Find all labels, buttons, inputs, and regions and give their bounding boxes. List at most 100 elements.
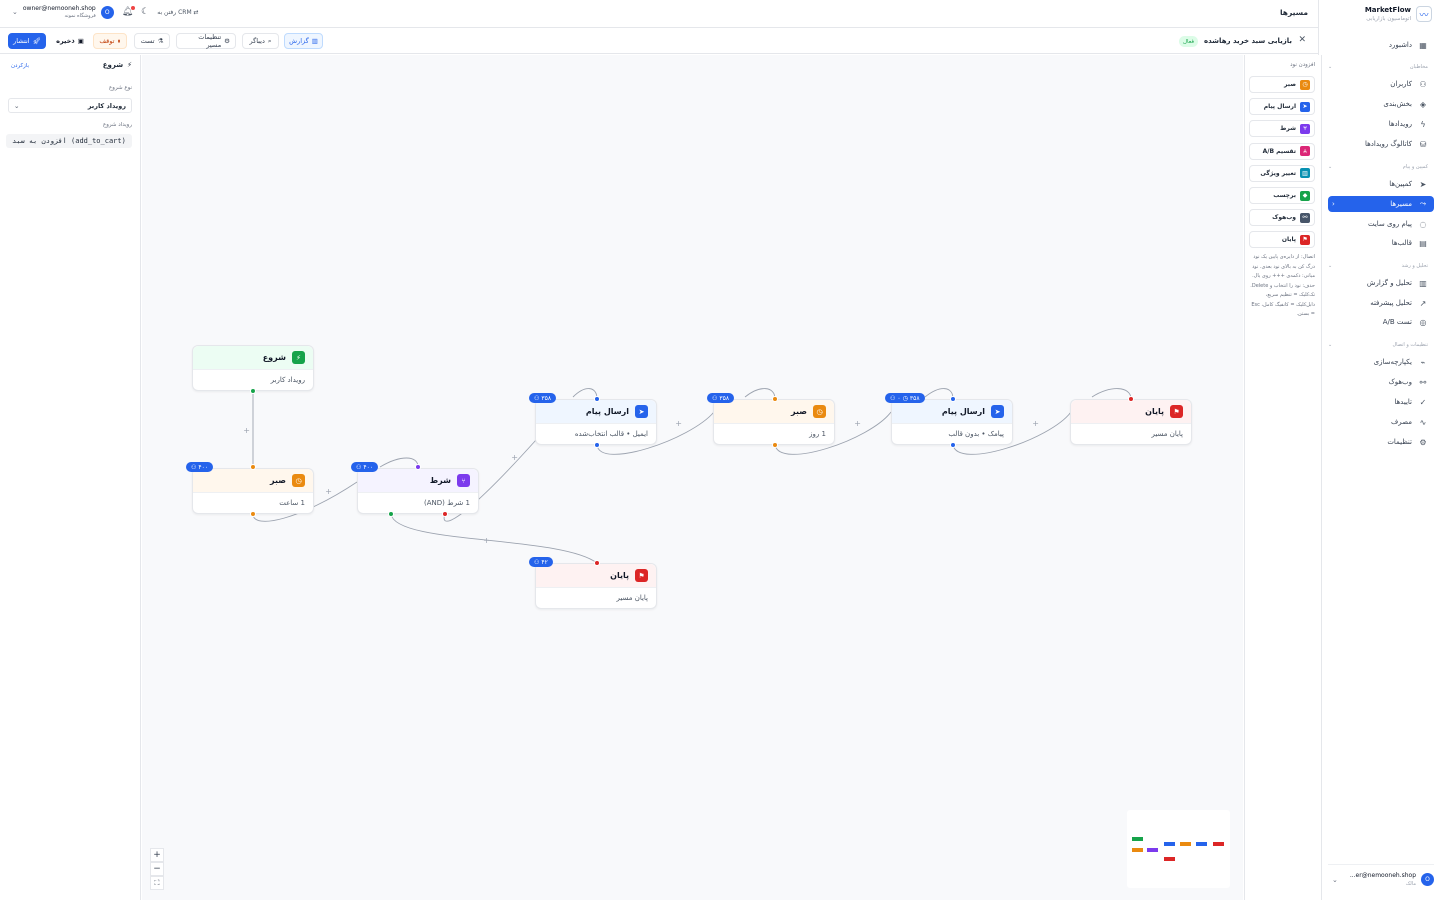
- journey-node-cond[interactable]: ⑂ شرط 1 شرط (AND): [357, 468, 479, 514]
- test-button[interactable]: ⚗ تست: [134, 33, 170, 49]
- journey-node-send2[interactable]: ➤ ارسال پیام پیامک • بدون قالب: [891, 399, 1013, 445]
- node-handle[interactable]: [950, 442, 956, 448]
- journey-settings-button[interactable]: ⚙ تنظیمات مسیر: [176, 33, 236, 49]
- node-count-badge: ⚇ ۳۵۸: [707, 393, 735, 403]
- chevron-left-icon: ‹: [1332, 200, 1335, 208]
- sidebar-item[interactable]: ▤ قالب‌ها: [1328, 235, 1434, 251]
- journey-node-send1[interactable]: ➤ ارسال پیام ایمیل • قالب انتخاب‌شده: [535, 399, 657, 445]
- topbar: مسیرها ⌄ owner@nemooneh.shop فروشگاه نمو…: [0, 0, 1318, 28]
- node-subtitle: 1 شرط (AND): [423, 499, 470, 507]
- close-icon[interactable]: ✕: [1298, 35, 1306, 45]
- journey-node-end2[interactable]: ⚑ پایان پایان مسیر: [535, 563, 657, 609]
- sidebar-item[interactable]: ⛁ کاتالوگ رویدادها: [1328, 136, 1434, 152]
- node-handle[interactable]: [250, 511, 256, 517]
- sidebar-item[interactable]: ▦ داشبورد: [1328, 37, 1434, 53]
- minimap[interactable]: [1127, 810, 1230, 888]
- palette-item-icon: ▥: [1300, 168, 1310, 179]
- brand[interactable]: 〰 MarketFlow اتوماسیون بازاریابی: [1322, 3, 1432, 25]
- crm-link[interactable]: رفتن به CRM ⇄: [157, 9, 198, 16]
- sidebar-item[interactable]: ⚙ تنظیمات: [1328, 434, 1434, 450]
- sidebar-section-title[interactable]: تنظیمات و اتصال ⌄: [1328, 342, 1428, 348]
- bolt-icon: ⚡: [292, 351, 305, 364]
- sidebar-item[interactable]: ◎ تست A/B: [1328, 314, 1434, 330]
- pause-button[interactable]: ⏸︎ توقف: [93, 33, 127, 49]
- sidebar-item[interactable]: ◈ بخش‌بندی: [1328, 96, 1434, 112]
- journey-node-wait2[interactable]: ◷ صبر 1 روز: [713, 399, 835, 445]
- brand-tagline: اتوماسیون بازاریابی: [1366, 16, 1411, 22]
- node-subtitle: 1 ساعت: [279, 499, 305, 507]
- node-handle[interactable]: [1128, 396, 1134, 402]
- badge-count: ۴۲: [541, 558, 548, 566]
- user-menu[interactable]: ⌄ owner@nemooneh.shop فروشگاه نمونه O: [12, 5, 114, 19]
- node-handle[interactable]: [415, 464, 421, 470]
- save-button[interactable]: ▣ ذخیره: [52, 33, 88, 49]
- node-handle[interactable]: [388, 511, 394, 517]
- sidebar-item[interactable]: ⌁ یکپارچه‌سازی: [1328, 354, 1434, 370]
- journey-node-end1[interactable]: ⚑ پایان پایان مسیر: [1070, 399, 1192, 445]
- sidebar-item[interactable]: ▥ تحلیل و گزارش: [1328, 275, 1434, 291]
- palette-item[interactable]: ▥ تغییر ویژگی: [1249, 164, 1315, 182]
- badge-count: ۳۵۸: [541, 394, 552, 402]
- chevron-down-icon[interactable]: ⌄: [1332, 876, 1338, 884]
- node-handle[interactable]: [250, 388, 256, 394]
- node-handle[interactable]: [594, 442, 600, 448]
- sidebar-item[interactable]: ➤ کمپین‌ها: [1328, 176, 1434, 192]
- zoom-out-button[interactable]: −: [150, 862, 164, 876]
- fit-view-button[interactable]: ⛶: [150, 876, 164, 890]
- sidebar-item[interactable]: ϟ رویدادها: [1328, 116, 1434, 132]
- minimap-node: [1164, 842, 1175, 846]
- node-handle[interactable]: [594, 396, 600, 402]
- node-handle[interactable]: [772, 396, 778, 402]
- sidebar-section-label: تحلیل و رشد: [1401, 263, 1428, 269]
- plug-icon: ⌁: [1420, 357, 1426, 367]
- sidebar-item[interactable]: ∿ مصرف: [1328, 414, 1434, 430]
- sidebar-user[interactable]: O er@nemooneh.shop... مالک ⌄: [1328, 864, 1434, 890]
- activity-logo-icon: 〰: [1416, 6, 1432, 22]
- sidebar-item[interactable]: ✓ تاییدها: [1328, 394, 1434, 410]
- sidebar-item[interactable]: ⚇ کاربران: [1328, 76, 1434, 92]
- sidebar-item[interactable]: ↗ تحلیل پیشرفته: [1328, 295, 1434, 311]
- node-header: ➤ ارسال پیام: [536, 400, 656, 424]
- palette-item[interactable]: ⚯ وب‌هوک: [1249, 209, 1315, 227]
- database-icon: ⛁: [1419, 139, 1427, 149]
- palette-item[interactable]: ◷ صبر: [1249, 76, 1315, 93]
- sidebar-item-label: تحلیل و گزارش: [1366, 279, 1412, 287]
- users-icon: ⚇: [191, 463, 197, 471]
- palette-item[interactable]: ⚑ پایان: [1249, 231, 1315, 249]
- node-handle[interactable]: [594, 560, 600, 566]
- node-handle[interactable]: [442, 511, 448, 517]
- sidebar-item[interactable]: ⚯ وب‌هوک: [1328, 374, 1434, 390]
- sidebar-section-title[interactable]: کمپین و پیام ⌄: [1328, 164, 1428, 170]
- palette-item[interactable]: ◆ برچسب: [1249, 187, 1315, 204]
- sidebar-section-title[interactable]: تحلیل و رشد ⌄: [1328, 263, 1428, 269]
- open-config-link[interactable]: بازکردن: [11, 63, 29, 69]
- node-handle[interactable]: [950, 396, 956, 402]
- sidebar-section-title[interactable]: مخاطبان ⌄: [1328, 64, 1428, 70]
- node-handle[interactable]: [772, 442, 778, 448]
- save-icon: ▣: [77, 37, 84, 45]
- sidebar-item[interactable]: ◌ پیام روی سایت: [1328, 216, 1434, 232]
- sidebar-item-label: کمپین‌ها: [1389, 180, 1412, 188]
- flask-icon: ⚗: [157, 37, 164, 45]
- publish-button[interactable]: 🚀︎ انتشار: [8, 33, 46, 49]
- node-handle[interactable]: [250, 464, 256, 470]
- trigger-type-select[interactable]: رویداد کاربر ⌄: [8, 98, 132, 113]
- report-label: گزارش: [289, 37, 309, 45]
- clock-icon: ◷: [813, 405, 826, 418]
- palette-item-icon: ⑃: [1300, 146, 1310, 157]
- palette-item[interactable]: ⑂ شرط: [1249, 120, 1315, 138]
- trigger-event-label: رویداد شروع: [102, 122, 132, 128]
- webhook-icon: ⚯: [1419, 377, 1427, 387]
- report-button[interactable]: ▥ گزارش: [284, 33, 323, 49]
- palette-item[interactable]: ➤ ارسال پیام: [1249, 98, 1315, 116]
- debugger-button[interactable]: ⌕ دیباگر: [242, 33, 279, 49]
- zoom-in-button[interactable]: +: [150, 848, 164, 862]
- sidebar-item[interactable]: ⤳ مسیرها ‹: [1328, 196, 1434, 212]
- palette-item[interactable]: ⑃ تقسیم A/B: [1249, 142, 1315, 160]
- sidebar-item-label: تست A/B: [1382, 318, 1412, 326]
- moon-icon[interactable]: ☾: [141, 7, 149, 17]
- journey-node-start[interactable]: ⚡ شروع رویداد کاربر: [192, 345, 314, 391]
- journey-node-wait1[interactable]: ◷ صبر 1 ساعت: [192, 468, 314, 514]
- sidebar-item-label: تاییدها: [1394, 398, 1412, 406]
- bell-icon[interactable]: 🔔︎: [122, 6, 136, 17]
